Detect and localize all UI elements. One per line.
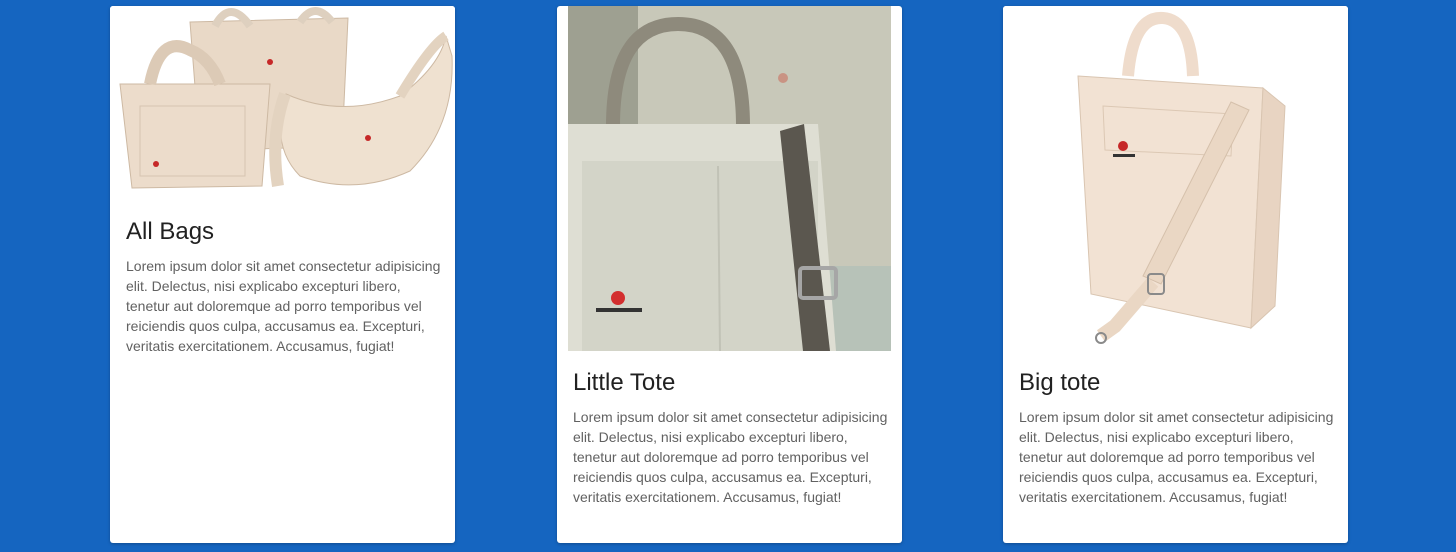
big-tote-image: [1003, 6, 1348, 351]
card-description: Lorem ipsum dolor sit amet consectetur a…: [126, 258, 441, 354]
card-title: Little Tote: [573, 369, 676, 396]
card-description: Lorem ipsum dolor sit amet consectetur a…: [1019, 409, 1334, 505]
product-card-all-bags[interactable]: All Bags Lorem ipsum dolor sit amet cons…: [110, 6, 455, 543]
card-title: All Bags: [126, 218, 215, 245]
card-title: Big tote: [1019, 369, 1101, 396]
card-description: Lorem ipsum dolor sit amet consectetur a…: [573, 409, 888, 505]
little-tote-image: [568, 6, 891, 351]
bags-group-image: [110, 6, 455, 196]
product-card-big-tote[interactable]: Big tote Lorem ipsum dolor sit amet cons…: [1003, 6, 1348, 543]
product-card-little-tote[interactable]: Little Tote Lorem ipsum dolor sit amet c…: [557, 6, 902, 543]
